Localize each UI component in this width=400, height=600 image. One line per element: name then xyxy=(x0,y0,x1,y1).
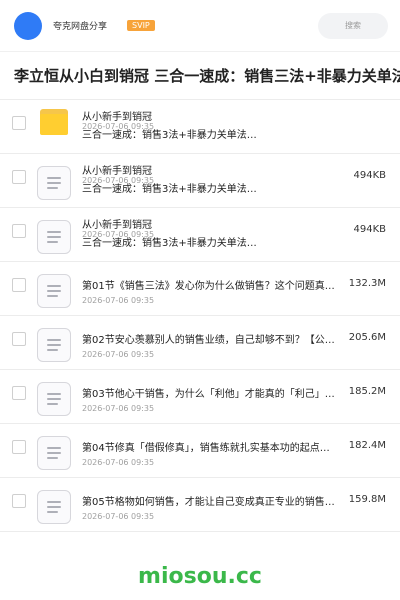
document-icon xyxy=(37,166,71,200)
item-date: 2026-07-06 09:35 xyxy=(82,176,155,185)
search-input[interactable] xyxy=(318,12,388,39)
item-name: 第01节《销售三法》发心你为什么做销售？这个问题真… xyxy=(82,281,335,292)
item-checkbox[interactable] xyxy=(12,386,26,400)
list-item[interactable]: 从小新手到销冠 三合一速成：销售3法+非暴力关单法… 2026-07-06 09:… xyxy=(0,100,400,154)
folder-icon xyxy=(40,109,68,135)
svip-badge: SVIP xyxy=(127,20,155,31)
item-checkbox[interactable] xyxy=(12,170,26,184)
item-name: 第05节格物如何销售，才能让自己变成真正专业的销售… xyxy=(82,497,335,508)
video-file-icon xyxy=(37,274,71,308)
list-item[interactable]: 从小新手到销冠 三合一速成：销售3法+非暴力关单法… 2026-07-06 09:… xyxy=(0,154,400,208)
item-date: 2026-07-06 09:35 xyxy=(82,350,155,359)
item-size: 205.6M xyxy=(348,332,386,343)
item-name: 第02节安心羡慕别人的销售业绩，自己却够不到？【公… xyxy=(82,335,335,346)
item-size: 159.8M xyxy=(348,494,386,505)
top-bar: 夸克网盘分享 SVIP xyxy=(0,0,400,52)
item-checkbox[interactable] xyxy=(12,332,26,346)
item-size: 494KB xyxy=(353,170,386,181)
avatar[interactable] xyxy=(14,11,42,40)
item-checkbox[interactable] xyxy=(12,440,26,454)
list-item[interactable]: 第03节他心干销售，为什么「利他」才能真的「利己」… 2026-07-06 09… xyxy=(0,370,400,424)
app-name: 夸克网盘分享 xyxy=(53,22,108,32)
list-item[interactable]: 第04节修真「借假修真」，销售练就扎实基本功的起点… 2026-07-06 09… xyxy=(0,424,400,478)
watermark: miosou.cc xyxy=(138,564,262,589)
share-title: 李立恒从小白到销冠 三合一速成：销售三法+非暴力关单法 xyxy=(0,52,400,100)
list-item[interactable]: 第02节安心羡慕别人的销售业绩，自己却够不到？【公… 2026-07-06 09… xyxy=(0,316,400,370)
item-checkbox[interactable] xyxy=(12,494,26,508)
item-size: 132.3M xyxy=(348,278,386,289)
list-item[interactable]: 从小新手到销冠 三合一速成：销售3法+非暴力关单法… 2026-07-06 09:… xyxy=(0,208,400,262)
item-date: 2026-07-06 09:35 xyxy=(82,122,155,131)
item-name: 第04节修真「借假修真」，销售练就扎实基本功的起点… xyxy=(82,443,330,454)
item-checkbox[interactable] xyxy=(12,224,26,238)
list-item[interactable]: 第05节格物如何销售，才能让自己变成真正专业的销售… 2026-07-06 09… xyxy=(0,478,400,532)
item-checkbox[interactable] xyxy=(12,278,26,292)
item-date: 2026-07-06 09:35 xyxy=(82,512,155,521)
list-item[interactable]: 第01节《销售三法》发心你为什么做销售？这个问题真… 2026-07-06 09… xyxy=(0,262,400,316)
video-file-icon xyxy=(37,328,71,362)
item-date: 2026-07-06 09:35 xyxy=(82,404,155,413)
item-date: 2026-07-06 09:35 xyxy=(82,230,155,239)
item-size: 494KB xyxy=(353,224,386,235)
item-checkbox[interactable] xyxy=(12,116,26,130)
item-size: 182.4M xyxy=(348,440,386,451)
video-file-icon xyxy=(37,490,71,524)
file-list: 从小新手到销冠 三合一速成：销售3法+非暴力关单法… 2026-07-06 09:… xyxy=(0,100,400,532)
document-icon xyxy=(37,220,71,254)
item-size: 185.2M xyxy=(348,386,386,397)
video-file-icon xyxy=(37,436,71,470)
item-date: 2026-07-06 09:35 xyxy=(82,296,155,305)
video-file-icon xyxy=(37,382,71,416)
item-date: 2026-07-06 09:35 xyxy=(82,458,155,467)
item-name: 第03节他心干销售，为什么「利他」才能真的「利己」… xyxy=(82,389,335,400)
